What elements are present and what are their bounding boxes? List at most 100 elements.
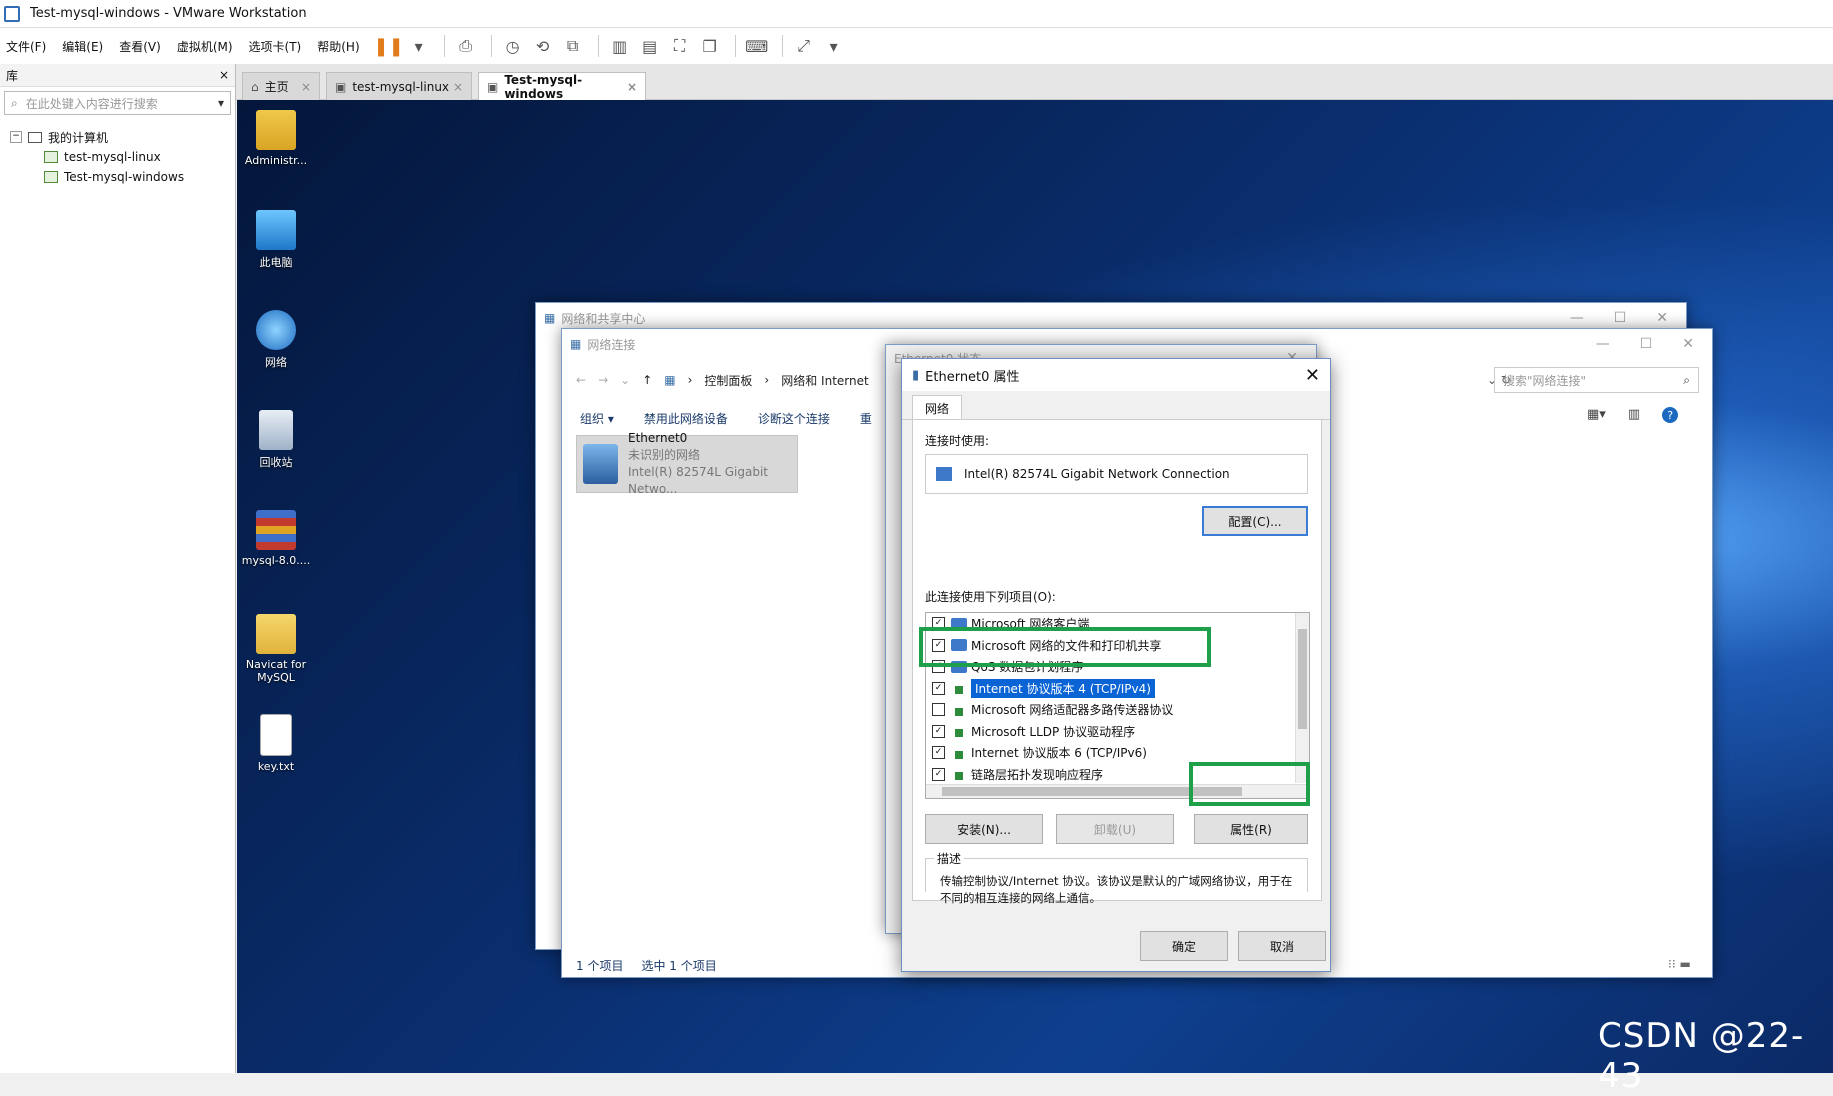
tree-item-test-mysql-linux[interactable]: test-mysql-linux — [0, 147, 235, 167]
dropdown-arrow-icon[interactable]: ▾ — [821, 33, 847, 59]
description-group: 描述 传输控制协议/Internet 协议。该协议是默认的广域网络协议，用于在不… — [925, 850, 1308, 905]
menu-help[interactable]: 帮助(H) — [317, 38, 359, 55]
winrar-archive-icon — [256, 510, 296, 550]
desktop-icon-mysql-installer[interactable]: mysql-8.0.... — [238, 510, 314, 567]
desktop-icon-network[interactable]: 网络 — [238, 310, 314, 370]
snapshot-icon[interactable]: ◷ — [500, 33, 526, 59]
unity-icon[interactable]: ❐ — [697, 33, 723, 59]
stretch-icon[interactable]: ⤢ — [791, 33, 817, 59]
minimize-icon[interactable]: — — [1596, 336, 1610, 352]
checkbox[interactable]: ✓ — [932, 767, 945, 781]
help-icon[interactable]: ? — [1662, 407, 1679, 423]
menu-view[interactable]: 查看(V) — [119, 38, 161, 55]
protocol-icon — [951, 725, 967, 738]
tree-root-label: 我的计算机 — [48, 130, 109, 145]
diagnose-command[interactable]: 诊断这个连接 — [758, 410, 830, 427]
close-icon[interactable]: × — [301, 80, 311, 94]
checkbox[interactable] — [932, 703, 945, 717]
menu-tabs[interactable]: 选项卡(T) — [249, 38, 302, 55]
window-title: 网络和共享中心 — [561, 311, 646, 326]
desktop-icon-administrator[interactable]: Administr... — [238, 110, 314, 167]
checkbox[interactable]: ✓ — [932, 724, 945, 738]
close-icon[interactable]: × — [219, 68, 229, 82]
tab-label: Test-mysql-windows — [504, 73, 583, 101]
vm-icon: ▣ — [335, 79, 347, 94]
tab-test-mysql-linux[interactable]: ▣ test-mysql-linux × — [326, 72, 472, 100]
tree-root-my-computer[interactable]: − 我的计算机 — [0, 127, 235, 147]
checkbox[interactable]: ✓ — [932, 746, 945, 760]
chevron-down-icon[interactable]: ▾ — [218, 96, 224, 110]
view-controls: ▦▾ ▥ ? — [1587, 407, 1679, 423]
thumbnail-view-icon[interactable]: ▤ — [637, 33, 663, 59]
list-item[interactable]: ✓ Internet 协议版本 6 (TCP/IPv6) — [926, 742, 1309, 764]
breadcrumb-control-panel[interactable]: 控制面板 — [704, 372, 752, 389]
tab-test-mysql-windows[interactable]: ▣ Test-mysql-windows × — [478, 72, 646, 101]
back-arrow-icon[interactable]: ← — [576, 373, 586, 387]
forward-arrow-icon[interactable]: → — [598, 373, 608, 387]
maximize-icon[interactable]: ☐ — [1640, 336, 1653, 352]
vmware-title-bar: Test-mysql-windows - VMware Workstation — [0, 0, 1833, 28]
console-icon[interactable]: ⌨ — [744, 33, 770, 59]
desktop-icon-recycle-bin[interactable]: 回收站 — [238, 410, 314, 470]
close-icon[interactable]: ✕ — [1305, 365, 1320, 386]
tab-network[interactable]: 网络 — [912, 395, 962, 421]
cancel-button[interactable]: 取消 — [1238, 931, 1326, 961]
list-item-ipv4[interactable]: ✓ Internet 协议版本 4 (TCP/IPv4) — [926, 678, 1309, 700]
dropdown-arrow-icon[interactable]: ▾ — [406, 33, 432, 59]
desktop-icon-label: 此电脑 — [259, 256, 293, 269]
fullscreen-icon[interactable]: ⛶ — [667, 33, 693, 59]
desktop-icon-navicat[interactable]: Navicat for MySQL — [238, 614, 314, 684]
description-text: 传输控制协议/Internet 协议。该协议是默认的广域网络协议，用于在不同的相… — [940, 874, 1293, 905]
maximize-icon[interactable]: ☐ — [1614, 310, 1627, 326]
revert-snapshot-icon[interactable]: ⟲ — [530, 33, 556, 59]
breadcrumb-network-internet[interactable]: 网络和 Internet — [781, 372, 868, 389]
list-item[interactable]: ✓ Microsoft LLDP 协议驱动程序 — [926, 721, 1309, 743]
configure-button[interactable]: 配置(C)... — [1202, 506, 1308, 536]
tree-item-label: Test-mysql-windows — [64, 170, 185, 184]
send-ctrl-alt-del-icon[interactable]: ⎙ — [453, 33, 479, 59]
pause-icon[interactable]: ❚❚ — [374, 33, 404, 59]
adapter-name: Intel(R) 82574L Gigabit Network Connecti… — [964, 467, 1230, 481]
snapshot-manager-icon[interactable]: ⧉ — [560, 33, 586, 59]
close-icon[interactable]: ✕ — [1656, 310, 1668, 326]
organize-menu[interactable]: 组织 ▾ — [580, 410, 614, 427]
close-icon[interactable]: ✕ — [1682, 336, 1694, 352]
close-icon[interactable]: × — [453, 80, 463, 94]
desktop-icon-key-txt[interactable]: key.txt — [238, 714, 314, 773]
menu-vm[interactable]: 虚拟机(M) — [177, 38, 233, 55]
minimize-icon[interactable]: — — [1570, 310, 1584, 326]
search-network-input[interactable]: 搜索"网络连接" ⌕ — [1494, 367, 1699, 393]
folder-icon — [256, 614, 296, 654]
recent-chevron-icon[interactable]: ⌄ — [620, 373, 630, 387]
item-properties-button[interactable]: 属性(R) — [1194, 814, 1308, 844]
scrollbar-thumb[interactable] — [1298, 629, 1307, 729]
breadcrumb-separator: › — [764, 373, 770, 387]
up-arrow-icon[interactable]: ↑ — [642, 373, 652, 387]
list-item-label: Internet 协议版本 4 (TCP/IPv4) — [971, 678, 1155, 698]
view-toggle-icons[interactable]: ⁝⁝ ▬ — [1668, 957, 1691, 971]
library-view-icon[interactable]: ▥ — [607, 33, 633, 59]
toolbar-separator — [597, 35, 599, 57]
tab-home[interactable]: ⌂ 主页 × — [242, 72, 320, 100]
disable-device-command[interactable]: 禁用此网络设备 — [644, 410, 728, 427]
search-icon: ⌕ — [11, 95, 18, 110]
address-bar[interactable]: ← → ⌄ ↑ ▦ › 控制面板 › 网络和 Internet — [576, 367, 869, 393]
menu-file[interactable]: 文件(F) — [6, 38, 46, 55]
ok-button[interactable]: 确定 — [1140, 931, 1228, 961]
install-button[interactable]: 安装(N)... — [925, 814, 1043, 844]
close-icon[interactable]: × — [627, 80, 637, 94]
desktop-icon-this-pc[interactable]: 此电脑 — [238, 210, 314, 270]
list-item[interactable]: Microsoft 网络适配器多路传送器协议 — [926, 699, 1309, 721]
vertical-scrollbar[interactable] — [1295, 613, 1309, 783]
preview-pane-icon[interactable]: ▥ — [1628, 407, 1640, 423]
vmware-app-icon — [4, 5, 20, 22]
tree-item-test-mysql-windows[interactable]: Test-mysql-windows — [0, 167, 235, 187]
checkbox[interactable]: ✓ — [932, 681, 945, 695]
rename-command[interactable]: 重 — [860, 410, 872, 427]
library-search-input[interactable]: ⌕ 在此处键入内容进行搜索 ▾ — [4, 91, 231, 115]
collapse-icon[interactable]: − — [10, 131, 22, 143]
change-view-icon[interactable]: ▦▾ — [1587, 407, 1606, 423]
menu-edit[interactable]: 编辑(E) — [62, 38, 103, 55]
adapter-ethernet0[interactable]: Ethernet0 未识别的网络 Intel(R) 82574L Gigabit… — [576, 431, 798, 496]
list-item-label: 链路层拓扑发现响应程序 — [971, 767, 1104, 782]
